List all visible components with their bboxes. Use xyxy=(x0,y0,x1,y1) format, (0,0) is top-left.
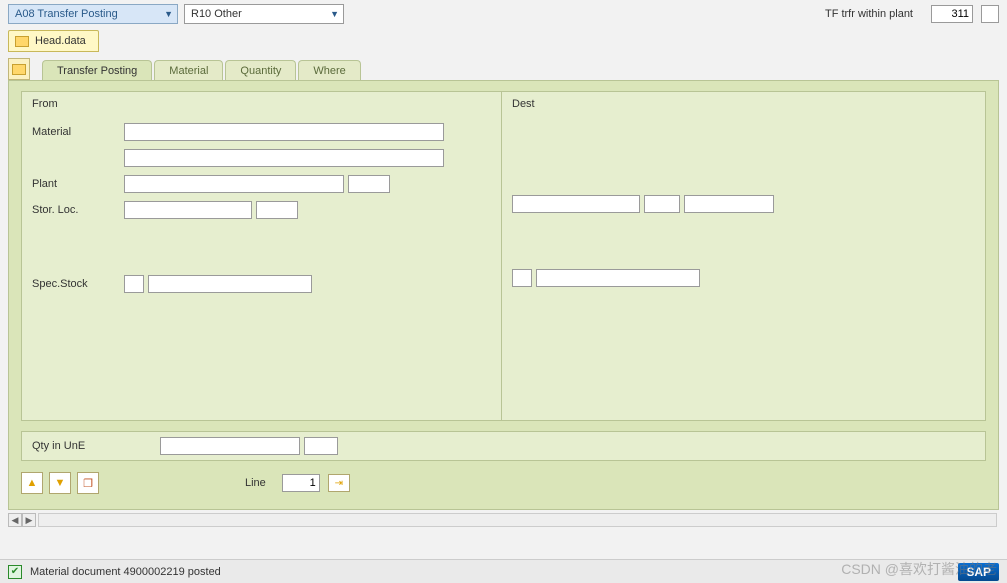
scroll-right-icon[interactable]: ▶ xyxy=(22,513,36,527)
plant-label: Plant xyxy=(32,178,124,190)
scroll-left-icon[interactable]: ◀ xyxy=(8,513,22,527)
arrow-up-icon: ▲ xyxy=(27,477,38,489)
reference-dropdown-value: R10 Other xyxy=(191,8,242,20)
material-label: Material xyxy=(32,126,124,138)
dest-storloc-extra-input[interactable] xyxy=(684,195,774,213)
from-material-input[interactable] xyxy=(124,123,444,141)
from-plant-input[interactable] xyxy=(124,175,344,193)
dest-section: Dest xyxy=(502,92,985,420)
from-header: From xyxy=(32,98,491,110)
movement-type-input[interactable] xyxy=(931,5,973,23)
folder-icon xyxy=(15,36,29,47)
head-data-label: Head.data xyxy=(35,35,86,47)
status-message: Material document 4900002219 posted xyxy=(30,566,221,578)
line-label: Line xyxy=(245,477,266,489)
movement-type-help[interactable] xyxy=(981,5,999,23)
goto-icon: ⇥ xyxy=(335,478,343,489)
expand-tabs-button[interactable] xyxy=(8,58,30,80)
storloc-label: Stor. Loc. xyxy=(32,204,124,216)
dest-storloc-code-input[interactable] xyxy=(644,195,680,213)
folder-icon xyxy=(12,64,26,75)
from-material-desc-input[interactable] xyxy=(124,149,444,167)
from-storloc-input[interactable] xyxy=(124,201,252,219)
from-section: From Material Plant Stor. Loc. Spec.Stoc… xyxy=(22,92,502,420)
dest-header: Dest xyxy=(512,98,975,110)
tab-material[interactable]: Material xyxy=(154,60,223,81)
action-dropdown-value: A08 Transfer Posting xyxy=(15,8,118,20)
nav-prev-button[interactable]: ▲ xyxy=(21,472,43,494)
dest-storloc-input[interactable] xyxy=(512,195,640,213)
dest-specstock-input[interactable] xyxy=(536,269,700,287)
horizontal-scrollbar[interactable]: ◀ ▶ xyxy=(8,512,999,528)
chevron-down-icon: ▼ xyxy=(330,9,339,19)
head-data-tab[interactable]: Head.data xyxy=(8,30,99,52)
status-bar: ✔ Material document 4900002219 posted SA… xyxy=(0,559,1007,583)
sap-logo: SAP xyxy=(958,563,999,581)
arrow-down-icon: ▼ xyxy=(55,477,66,489)
nav-next-button[interactable]: ▼ xyxy=(49,472,71,494)
success-icon: ✔ xyxy=(8,565,22,579)
from-storloc-code-input[interactable] xyxy=(256,201,298,219)
dest-specstock-ind-input[interactable] xyxy=(512,269,532,287)
copy-icon: ❐ xyxy=(83,477,93,490)
specstock-label: Spec.Stock xyxy=(32,278,124,290)
from-specstock-input[interactable] xyxy=(148,275,312,293)
copy-button[interactable]: ❐ xyxy=(77,472,99,494)
tab-quantity[interactable]: Quantity xyxy=(225,60,296,81)
tab-where[interactable]: Where xyxy=(298,60,360,81)
tf-label: TF trfr within plant xyxy=(825,8,913,20)
chevron-down-icon: ▼ xyxy=(164,9,173,19)
qty-input[interactable] xyxy=(160,437,300,455)
line-input[interactable] xyxy=(282,474,320,492)
qty-label: Qty in UnE xyxy=(32,440,160,452)
tab-transfer-posting[interactable]: Transfer Posting xyxy=(42,60,152,81)
qty-unit-input[interactable] xyxy=(304,437,338,455)
reference-dropdown[interactable]: R10 Other ▼ xyxy=(184,4,344,24)
action-dropdown[interactable]: A08 Transfer Posting ▼ xyxy=(8,4,178,24)
from-specstock-ind-input[interactable] xyxy=(124,275,144,293)
main-panel: From Material Plant Stor. Loc. Spec.Stoc… xyxy=(8,80,999,510)
scroll-track[interactable] xyxy=(38,513,997,527)
line-go-button[interactable]: ⇥ xyxy=(328,474,350,492)
from-plant-code-input[interactable] xyxy=(348,175,390,193)
